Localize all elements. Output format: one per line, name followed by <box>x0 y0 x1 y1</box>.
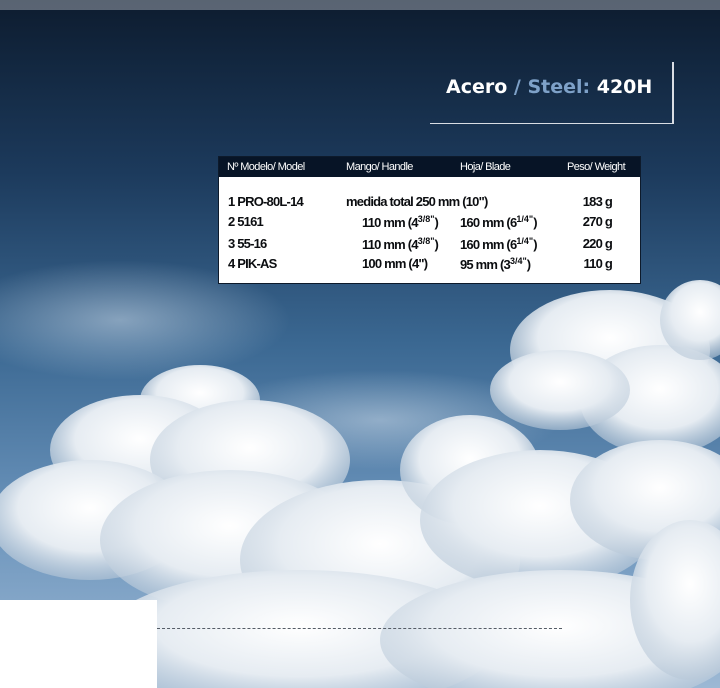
blade-end: ) <box>526 257 531 272</box>
cell-weight: 220 g <box>582 236 613 251</box>
blade-end: ) <box>533 215 537 230</box>
table-row: 4 PIK-AS 100 mm (4") 95 mm (33/4") 110 g <box>219 256 640 274</box>
cell-model: 1 PRO-80L-14 <box>228 194 304 209</box>
header-handle: Mango/ Handle <box>346 161 413 173</box>
handle-fraction: 3/8" <box>417 214 435 224</box>
cell-weight: 183 g <box>582 194 613 209</box>
handle-end: ) <box>434 237 438 252</box>
blade-main: 160 mm (6 <box>460 237 517 252</box>
table-row: 1 PRO-80L-14 medida total 250 mm (10") 1… <box>219 194 640 212</box>
table-row: 3 55-16 110 mm (43/8") 160 mm (61/4") 22… <box>219 236 640 254</box>
cell-model: 2 5161 <box>228 214 264 229</box>
blade-fraction: 1/4" <box>516 236 534 246</box>
table-header: Nº Modelo/ Model Mango/ Handle Hoja/ Bla… <box>219 157 640 177</box>
cell-handle: 110 mm (43/8") <box>362 214 439 230</box>
steel-grade-label: Acero / Steel: 420H <box>430 62 674 124</box>
cell-handle: 100 mm (4") <box>362 256 428 271</box>
blade-fraction: 1/4" <box>516 214 534 224</box>
cell-weight: 270 g <box>582 214 613 229</box>
header-blade: Hoja/ Blade <box>460 161 511 173</box>
label-separator: / <box>507 76 528 98</box>
cell-blade: 95 mm (33/4") <box>460 256 531 272</box>
steel-accent: / Steel: <box>507 76 590 98</box>
blade-end: ) <box>533 237 537 252</box>
acero-word: Acero <box>446 76 508 98</box>
grade-value: 420H <box>590 76 653 98</box>
cell-handle: medida total 250 mm (10") <box>346 194 488 209</box>
spec-table: Nº Modelo/ Model Mango/ Handle Hoja/ Bla… <box>218 156 641 284</box>
handle-main: 110 mm (4 <box>362 215 418 230</box>
white-corner-block <box>0 600 157 688</box>
steel-grade-text: Acero / Steel: 420H <box>446 76 652 98</box>
dashed-divider <box>157 628 562 629</box>
steel-word: Steel: <box>527 76 591 98</box>
cell-blade: 160 mm (61/4") <box>460 214 537 230</box>
cell-weight: 110 g <box>583 256 612 271</box>
handle-fraction: 3/8" <box>417 236 435 246</box>
cell-handle: 110 mm (43/8") <box>362 236 439 252</box>
table-row: 2 5161 110 mm (43/8") 160 mm (61/4") 270… <box>219 214 640 232</box>
blade-fraction: 3/4" <box>509 256 527 266</box>
cell-model: 3 55-16 <box>228 236 267 251</box>
header-weight: Peso/ Weight <box>567 161 626 173</box>
cell-model: 4 PIK-AS <box>228 256 277 271</box>
blade-main: 95 mm (3 <box>460 257 511 272</box>
blade-main: 160 mm (6 <box>460 215 517 230</box>
cell-blade: 160 mm (61/4") <box>460 236 537 252</box>
header-model: Nº Modelo/ Model <box>227 161 305 173</box>
handle-main: 110 mm (4 <box>362 237 418 252</box>
handle-end: ) <box>434 215 438 230</box>
